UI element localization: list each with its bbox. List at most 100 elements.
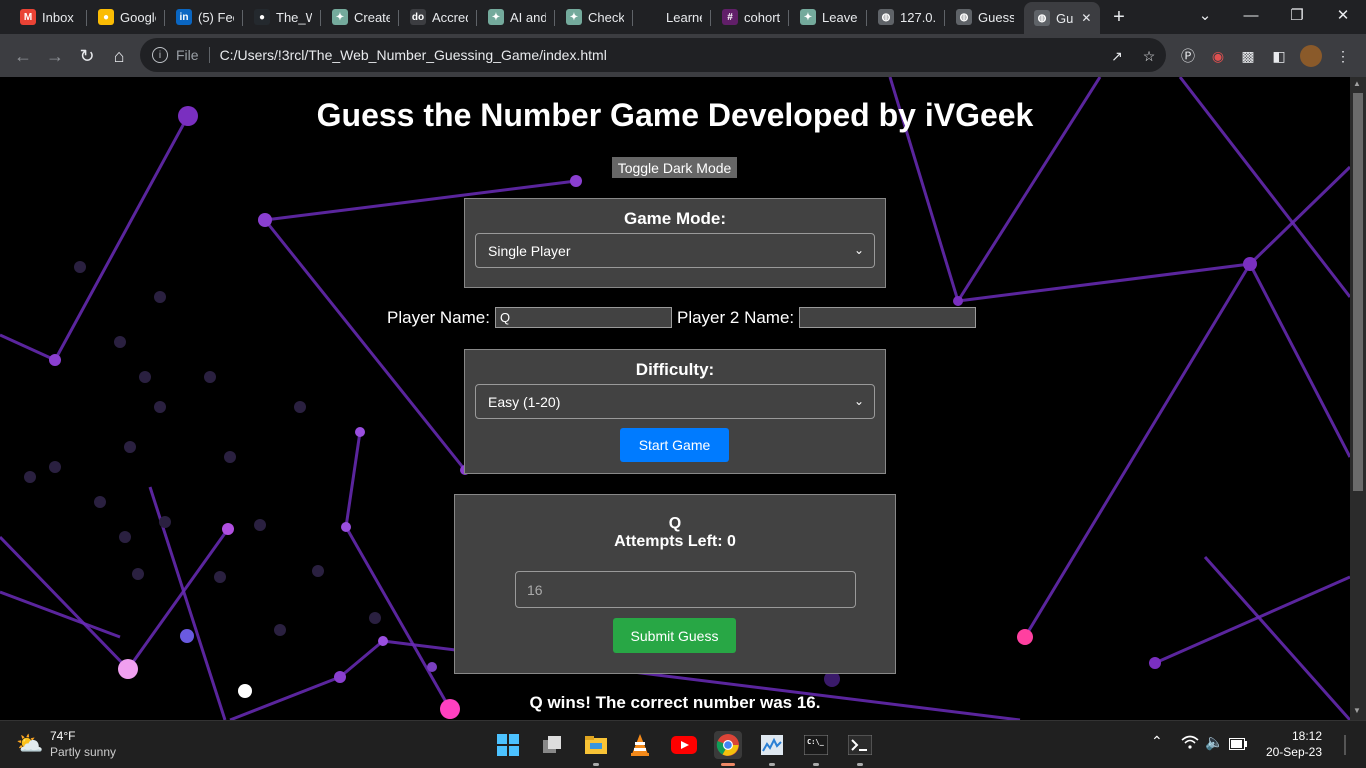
chrome-icon[interactable] xyxy=(714,731,742,766)
address-bar[interactable]: i File C:/Users/!3rcl/The_Web_Number_Gue… xyxy=(140,38,1166,72)
site-info-icon[interactable]: i xyxy=(152,47,168,63)
scrollbar-thumb[interactable] xyxy=(1353,93,1363,491)
browser-tab[interactable]: ✦ Leave xyxy=(790,4,864,30)
youtube-icon[interactable] xyxy=(670,731,698,759)
page-scrollbar[interactable]: ▲ ▼ xyxy=(1350,77,1366,720)
chevron-down-icon: ⌄ xyxy=(853,243,864,257)
extension-w-icon[interactable]: Ⓟ xyxy=(1177,45,1199,67)
tab-title: 127.0.0 xyxy=(900,9,936,25)
tab-title: (5) Fee xyxy=(198,9,234,25)
bg-faint-particle xyxy=(274,624,286,636)
github-icon: ● xyxy=(254,9,270,25)
page-title: Guess the Number Game Developed by iVGee… xyxy=(316,97,1034,133)
share-icon[interactable]: ↗ xyxy=(1106,45,1128,67)
bg-particle xyxy=(334,671,346,683)
terminal-icon[interactable]: C:\_ xyxy=(802,731,830,766)
player2-name-input[interactable] xyxy=(799,307,977,328)
forward-button[interactable]: → xyxy=(40,41,70,71)
difficulty-select[interactable]: Easy (1-20) ⌄ xyxy=(475,384,875,419)
browser-tab[interactable]: M Inbox ( xyxy=(10,4,84,30)
restore-icon[interactable]: ❐ xyxy=(1274,0,1320,30)
browser-tab[interactable]: in (5) Fee xyxy=(166,4,240,30)
extension-record-icon[interactable]: ◉ xyxy=(1207,45,1229,67)
browser-tab[interactable]: ✦ Check xyxy=(556,4,630,30)
globe-icon: ◍ xyxy=(878,9,894,25)
browser-tab[interactable]: # cohort xyxy=(712,4,786,30)
powershell-icon[interactable] xyxy=(846,731,874,766)
show-desktop-button[interactable] xyxy=(1344,735,1346,755)
volume-icon[interactable]: 🔈 xyxy=(1205,733,1224,751)
bg-faint-particle xyxy=(159,516,171,528)
profile-avatar[interactable] xyxy=(1300,45,1322,67)
weather-temp[interactable]: 74°F xyxy=(50,729,75,743)
globe-icon: ◍ xyxy=(1034,10,1050,26)
tab-separator xyxy=(476,10,477,26)
back-button[interactable]: ← xyxy=(8,41,38,71)
chevron-up-icon[interactable]: ⌃ xyxy=(1151,733,1163,750)
tab-search-chevron-icon[interactable]: ⌄ xyxy=(1182,0,1228,30)
game-mode-value: Single Player xyxy=(488,242,571,259)
clock-time[interactable]: 18:12 xyxy=(1262,729,1322,743)
tab-title: Leave xyxy=(822,9,858,25)
start-icon[interactable] xyxy=(494,731,522,759)
home-button[interactable]: ⌂ xyxy=(104,41,134,71)
browser-tab[interactable]: ✦ AI and xyxy=(478,4,552,30)
vlc-icon[interactable] xyxy=(626,731,654,759)
toggle-dark-mode-button[interactable]: Toggle Dark Mode xyxy=(612,157,737,178)
bookmark-star-icon[interactable]: ☆ xyxy=(1138,45,1160,67)
browser-tab[interactable]: ● The_W xyxy=(244,4,318,30)
game-mode-label: Game Mode: xyxy=(623,209,727,228)
file-explorer-icon[interactable] xyxy=(582,731,610,766)
scroll-up-arrow-icon[interactable]: ▲ xyxy=(1353,79,1361,88)
battery-icon[interactable] xyxy=(1229,737,1247,753)
current-player-name: Q xyxy=(668,515,682,532)
bg-faint-particle xyxy=(132,568,144,580)
browser-tab[interactable]: ◍ Guess xyxy=(946,4,1020,30)
menu-kebab-icon[interactable]: ⋮ xyxy=(1332,45,1354,67)
close-window-icon[interactable]: ✕ xyxy=(1320,0,1366,30)
extensions-puzzle-icon[interactable]: ▩ xyxy=(1237,45,1259,67)
bg-faint-particle xyxy=(114,336,126,348)
weather-desc[interactable]: Partly sunny xyxy=(50,745,116,759)
weather-partly-sunny-icon[interactable]: ⛅ xyxy=(16,731,44,757)
tab-title: AI and xyxy=(510,9,546,25)
bg-network-line xyxy=(0,535,130,671)
browser-tab[interactable]: ◍ Gu ✕ xyxy=(1024,2,1100,34)
browser-tab[interactable]: ◍ 127.0.0 xyxy=(868,4,942,30)
bg-network-line xyxy=(1248,263,1350,458)
start-game-button[interactable]: Start Game xyxy=(620,428,729,462)
browser-tab[interactable]: do Accred xyxy=(400,4,474,30)
game-play-panel: Q Attempts Left: 0 16 Submit Guess xyxy=(454,494,896,674)
close-tab-icon[interactable]: ✕ xyxy=(1081,11,1091,25)
tab-separator xyxy=(788,10,789,26)
player-name-input[interactable]: Q xyxy=(494,307,672,328)
resource-monitor-icon[interactable] xyxy=(758,731,786,766)
url-text[interactable]: C:/Users/!3rcl/The_Web_Number_Guessing_G… xyxy=(220,47,607,63)
globe-icon: ◍ xyxy=(956,9,972,25)
browser-tab[interactable]: ● Google xyxy=(88,4,162,30)
reload-button[interactable]: ↻ xyxy=(72,41,102,71)
submit-guess-button[interactable]: Submit Guess xyxy=(613,618,736,653)
bg-particle xyxy=(378,636,388,646)
player-name-label: Player Name: xyxy=(387,307,490,327)
url-scheme: File xyxy=(176,47,199,63)
side-panel-icon[interactable]: ◧ xyxy=(1268,45,1290,67)
bg-network-line xyxy=(344,526,452,710)
wifi-icon[interactable] xyxy=(1181,735,1199,753)
new-tab-button[interactable]: + xyxy=(1096,2,1142,32)
web-page: Guess the Number Game Developed by iVGee… xyxy=(0,77,1350,720)
clock-date[interactable]: 20-Sep-23 xyxy=(1255,745,1322,759)
browser-tab[interactable]: ✦ Create xyxy=(322,4,396,30)
game-mode-select[interactable]: Single Player ⌄ xyxy=(475,233,875,268)
bg-network-line xyxy=(1023,263,1252,638)
bg-faint-particle xyxy=(254,519,266,531)
guess-input[interactable]: 16 xyxy=(515,571,856,608)
bg-network-line xyxy=(53,115,190,361)
minimize-icon[interactable]: — xyxy=(1228,0,1274,30)
task-view-icon[interactable] xyxy=(538,731,566,759)
tab-title: cohort xyxy=(744,9,780,25)
browser-tab[interactable]: Learner xyxy=(634,4,708,30)
scroll-down-arrow-icon[interactable]: ▼ xyxy=(1353,706,1361,715)
tab-separator xyxy=(86,10,87,26)
chatgpt-icon: ✦ xyxy=(800,9,816,25)
